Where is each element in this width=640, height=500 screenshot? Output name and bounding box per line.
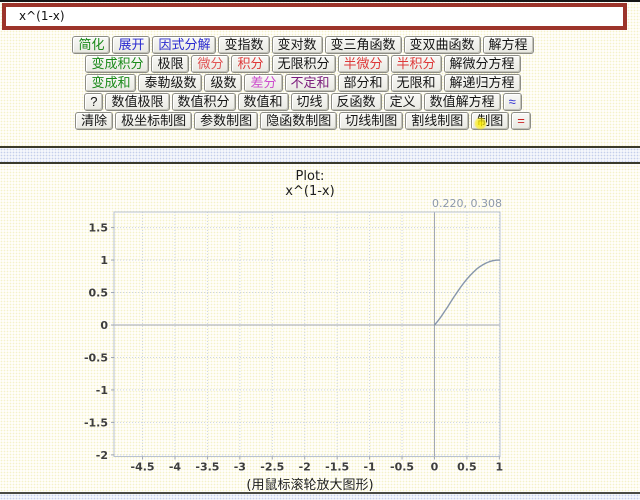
y-tick-label: 1.5 — [89, 222, 109, 235]
window-top-edge — [0, 0, 640, 2]
toolbar-row: 清除极坐标制图参数制图隐函数制图切线制图割线制图制图= — [0, 112, 623, 131]
solve-ode-button[interactable]: 解微分方程 — [444, 55, 521, 73]
y-tick-label: 0.5 — [89, 287, 109, 300]
frame-separator-bottom — [0, 492, 640, 500]
zoom-hint-caption: (用鼠标滚轮放大图形) — [0, 474, 620, 493]
x-tick-label: -0.5 — [390, 461, 414, 474]
plot-canvas[interactable]: -4.5 -4 -3.5 -3 -2.5 -2 -1.5 -1 -0.5 0 0.5 1 1.5 1 0.5… — [0, 165, 640, 498]
y-tick-label: 0 — [100, 319, 108, 332]
to-hyperbolic-button[interactable]: 变双曲函数 — [404, 36, 481, 54]
infinite-integral-button[interactable]: 无限积分 — [272, 55, 336, 73]
to-sum-button[interactable]: 变成和 — [85, 74, 136, 92]
semi-derivative-button[interactable]: 半微分 — [338, 55, 389, 73]
definition-button[interactable]: 定义 — [384, 93, 422, 111]
toolbar-row: 简化展开因式分解变指数变对数变三角函数变双曲函数解方程 — [0, 36, 623, 55]
x-tick-label: 0 — [431, 461, 439, 474]
to-logarithm-button[interactable]: 变对数 — [272, 36, 323, 54]
factor-button[interactable]: 因式分解 — [152, 36, 216, 54]
implicit-plot-button[interactable]: 隐函数制图 — [260, 112, 337, 130]
expand-button[interactable]: 展开 — [112, 36, 150, 54]
integrate-button[interactable]: 积分 — [231, 55, 269, 73]
help-button[interactable]: ? — [84, 93, 103, 111]
x-tick-label: -4.5 — [131, 461, 155, 474]
numeric-integral-button[interactable]: 数值积分 — [172, 93, 236, 111]
frame-separator-top — [0, 146, 640, 164]
x-tick-label: -2.5 — [260, 461, 284, 474]
solve-equation-button[interactable]: 解方程 — [483, 36, 534, 54]
y-tick-label: 1 — [100, 254, 108, 267]
x-tick-label: -3 — [234, 461, 246, 474]
differentiate-button[interactable]: 微分 — [191, 55, 229, 73]
x-tick-label: -1.5 — [325, 461, 349, 474]
toolbar-row: 变成积分极限微分积分无限积分半微分半积分解微分方程 — [0, 55, 623, 74]
page: { "input": { "value": "x^(1-x)" }, "tool… — [0, 0, 640, 498]
evaluate-button[interactable]: = — [511, 112, 531, 130]
y-tick-label: -1.5 — [84, 416, 108, 429]
numeric-solve-button[interactable]: 数值解方程 — [424, 93, 501, 111]
simplify-button[interactable]: 简化 — [72, 36, 110, 54]
x-tick-label: -2 — [299, 461, 311, 474]
difference-button[interactable]: 差分 — [244, 74, 282, 92]
y-tick-label: -0.5 — [84, 351, 108, 364]
indefinite-sum-button[interactable]: 不定和 — [285, 74, 336, 92]
toolbar-row: 变成和泰勒级数级数差分不定和部分和无限和解递归方程 — [0, 74, 623, 93]
plot-button[interactable]: 制图 — [471, 112, 509, 130]
series-button[interactable]: 级数 — [204, 74, 242, 92]
polar-plot-button[interactable]: 极坐标制图 — [115, 112, 192, 130]
clear-button[interactable]: 清除 — [75, 112, 113, 130]
plot-frame — [114, 212, 500, 457]
numeric-limit-button[interactable]: 数值极限 — [105, 93, 169, 111]
solve-recurrence-button[interactable]: 解递归方程 — [444, 74, 521, 92]
toolbar: 简化展开因式分解变指数变对数变三角函数变双曲函数解方程变成积分极限微分积分无限积… — [0, 36, 623, 131]
approx-button[interactable]: ≈ — [503, 93, 522, 111]
numeric-sum-button[interactable]: 数值和 — [238, 93, 289, 111]
x-tick-label: -4 — [169, 461, 182, 474]
toolbar-row: ?数值极限数值积分数值和切线反函数定义数值解方程≈ — [0, 93, 623, 112]
limit-button[interactable]: 极限 — [151, 55, 189, 73]
to-integral-button[interactable]: 变成积分 — [85, 55, 149, 73]
infinite-sum-button[interactable]: 无限和 — [391, 74, 442, 92]
secant-plot-button[interactable]: 割线制图 — [405, 112, 469, 130]
partial-sum-button[interactable]: 部分和 — [338, 74, 389, 92]
y-tick-label: -1 — [96, 384, 108, 397]
semi-integral-button[interactable]: 半积分 — [391, 55, 442, 73]
parametric-plot-button[interactable]: 参数制图 — [194, 112, 258, 130]
y-tick-label: -2 — [96, 449, 108, 462]
tangent-button[interactable]: 切线 — [291, 93, 329, 111]
to-trig-button[interactable]: 变三角函数 — [325, 36, 402, 54]
cursor-highlight — [474, 117, 487, 130]
inverse-function-button[interactable]: 反函数 — [331, 93, 382, 111]
to-exponential-button[interactable]: 变指数 — [218, 36, 269, 54]
expression-input[interactable] — [2, 3, 627, 30]
x-tick-label: -1 — [363, 461, 375, 474]
tangent-plot-button[interactable]: 切线制图 — [339, 112, 403, 130]
x-tick-label: 0.5 — [457, 461, 477, 474]
taylor-series-button[interactable]: 泰勒级数 — [138, 74, 202, 92]
x-tick-label: -3.5 — [195, 461, 219, 474]
x-tick-label: 1 — [496, 461, 504, 474]
